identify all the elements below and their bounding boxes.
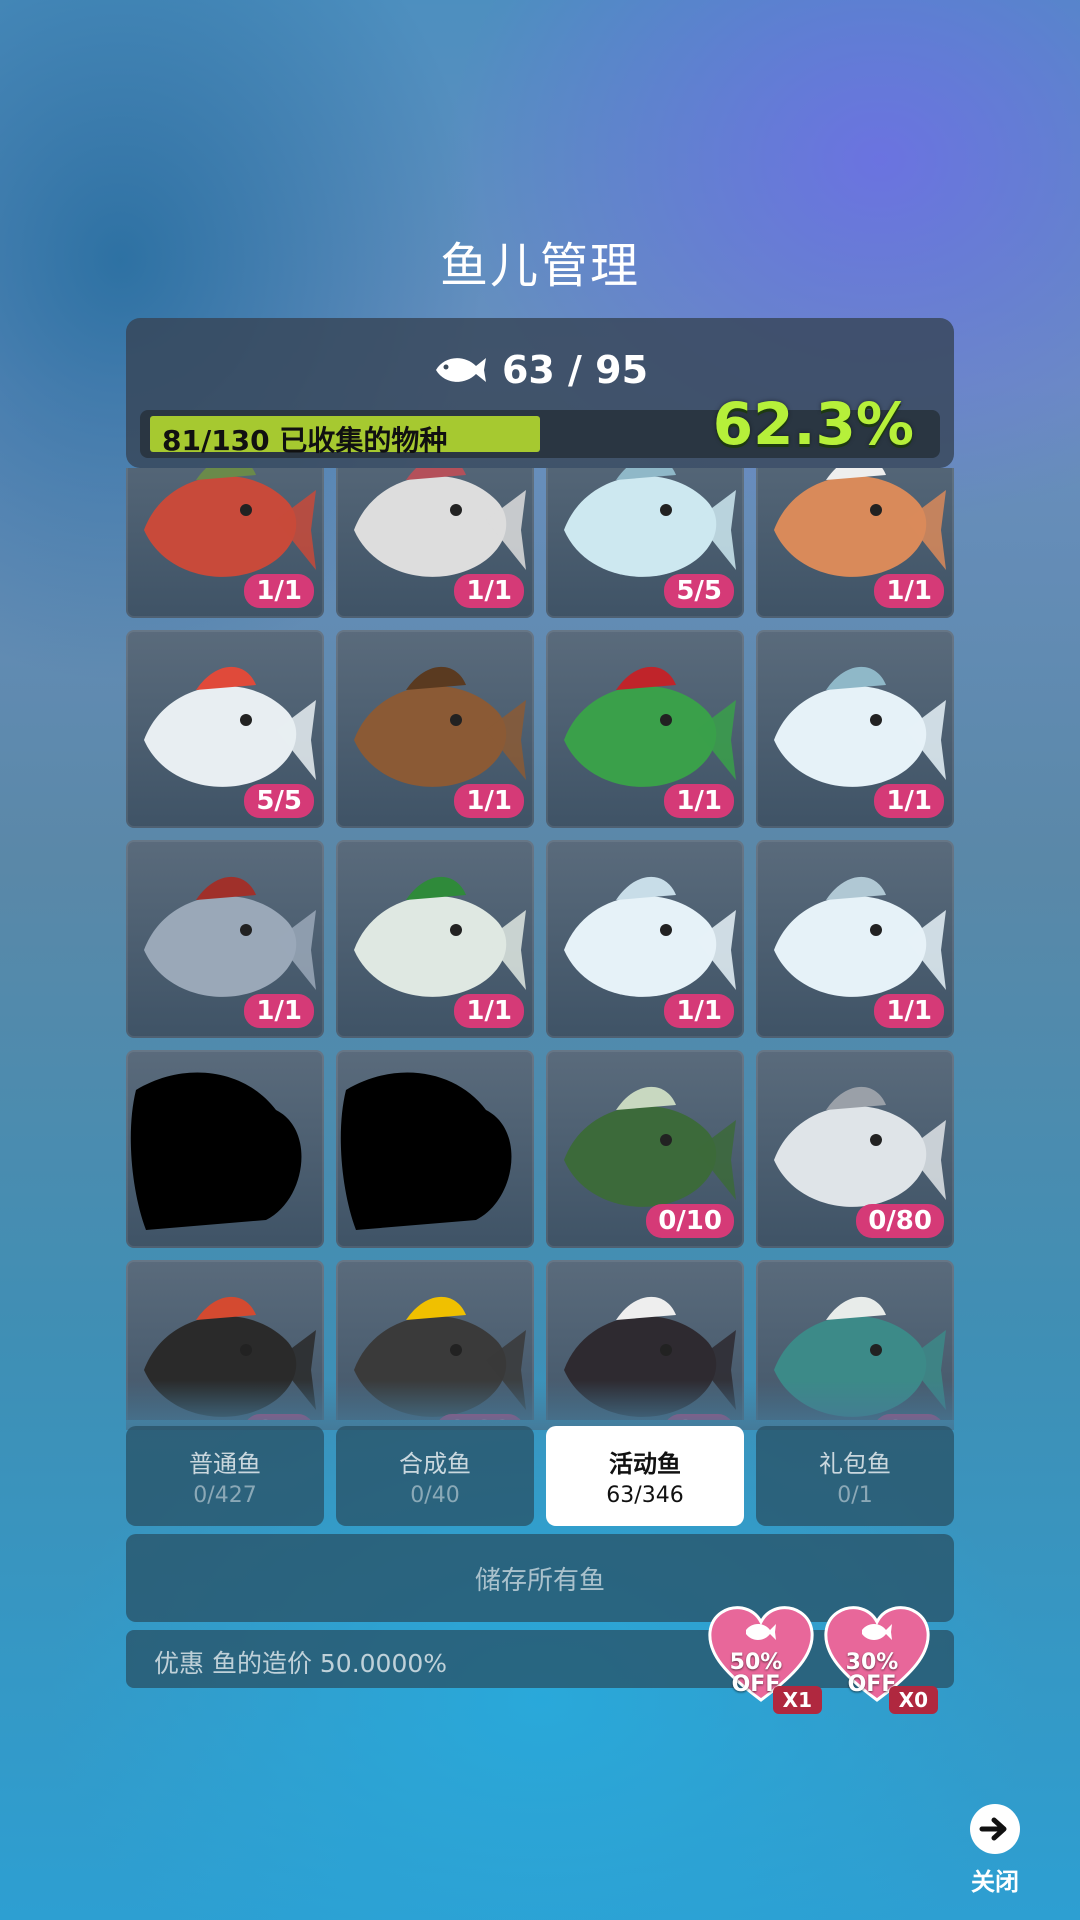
count-badge: 1/1: [874, 994, 944, 1028]
fish-card[interactable]: 1/1: [546, 630, 744, 828]
page-title: 鱼儿管理: [439, 238, 640, 294]
close-label: 关闭: [971, 1868, 1019, 1896]
fish-grid: 1/1 1/1 5/5 1/1 5/5 1/1 1/1 1/1 1/1 1/1 1/1 1/1 0/10…: [126, 468, 954, 1420]
fish-card[interactable]: [336, 1050, 534, 1248]
fish-card[interactable]: 5/5: [546, 468, 744, 618]
tab-label: 合成鱼: [399, 1450, 471, 1478]
count-badge: 5/5: [664, 574, 734, 608]
fish-icon: [435, 358, 486, 382]
tab-3[interactable]: 礼包鱼 0/1: [756, 1426, 954, 1526]
fish-card[interactable]: 5/5: [126, 630, 324, 828]
collection-percent: 62.3%: [712, 390, 914, 458]
coupon-quantity: X1: [772, 1686, 822, 1714]
tab-count: 0/40: [410, 1483, 460, 1508]
fish-card[interactable]: 0/10: [546, 1050, 744, 1248]
count-badge: 1/1: [664, 994, 734, 1028]
fish-card[interactable]: 1/1: [756, 840, 954, 1038]
species-progress-label: 81/130 已收集的物种: [162, 424, 448, 457]
fish-card[interactable]: 1/1: [546, 840, 744, 1038]
tab-count: 0/427: [193, 1483, 257, 1508]
fish-card[interactable]: 1/1: [336, 468, 534, 618]
grid-fade: [126, 1380, 954, 1430]
tab-label: 活动鱼: [609, 1450, 681, 1478]
fish-card[interactable]: 1/1: [336, 840, 534, 1038]
tab-label: 普通鱼: [189, 1450, 261, 1478]
close-button[interactable]: 关闭: [960, 1804, 1030, 1897]
fish-card[interactable]: 1/1: [126, 468, 324, 618]
fish-card[interactable]: 1/1: [756, 468, 954, 618]
tab-label: 礼包鱼: [819, 1450, 891, 1478]
coupon-50[interactable]: 50% OFF X1: [706, 1604, 822, 1714]
fish-card[interactable]: 1/1: [336, 630, 534, 828]
fish-card[interactable]: 1/1: [126, 840, 324, 1038]
fish-count-value: 63 / 95: [501, 348, 649, 392]
coupon-30[interactable]: 30% OFF X0: [822, 1604, 938, 1714]
count-badge: 1/1: [664, 784, 734, 818]
fish-card[interactable]: 0/80: [756, 1050, 954, 1248]
count-badge: 1/1: [454, 784, 524, 818]
silhouette-fish-2-icon: [340, 1072, 512, 1230]
count-badge: 1/1: [874, 784, 944, 818]
count-badge: 1/1: [454, 994, 524, 1028]
collection-header: 63 / 95 81/130 已收集的物种 62.3%: [126, 318, 954, 468]
category-tabs: 普通鱼 0/427 合成鱼 0/40 活动鱼 63/346 礼包鱼 0/1: [126, 1426, 954, 1526]
arrow-right-icon: [970, 1804, 1020, 1854]
coupon-quantity: X0: [888, 1686, 938, 1714]
silhouette-fish-1-icon: [130, 1072, 302, 1230]
discount-text: 优惠 鱼的造价 50.0000%: [154, 1649, 448, 1678]
count-badge: 0/80: [856, 1204, 944, 1238]
fish-card[interactable]: [126, 1050, 324, 1248]
fish-grid-viewport[interactable]: 1/1 1/1 5/5 1/1 5/5 1/1 1/1 1/1 1/1 1/1 1/1 1/1 0/10…: [126, 468, 954, 1420]
tab-0[interactable]: 普通鱼 0/427: [126, 1426, 324, 1526]
fish-count-row: 63 / 95: [126, 348, 954, 392]
count-badge: 1/1: [454, 574, 524, 608]
count-badge: 1/1: [874, 574, 944, 608]
count-badge: 5/5: [244, 784, 314, 818]
count-badge: 1/1: [244, 574, 314, 608]
count-badge: 0/10: [646, 1204, 734, 1238]
tab-1[interactable]: 合成鱼 0/40: [336, 1426, 534, 1526]
count-badge: 1/1: [244, 994, 314, 1028]
tab-2[interactable]: 活动鱼 63/346: [546, 1426, 744, 1526]
tab-count: 63/346: [606, 1483, 684, 1508]
fish-card[interactable]: 1/1: [756, 630, 954, 828]
tab-count: 0/1: [837, 1483, 873, 1508]
